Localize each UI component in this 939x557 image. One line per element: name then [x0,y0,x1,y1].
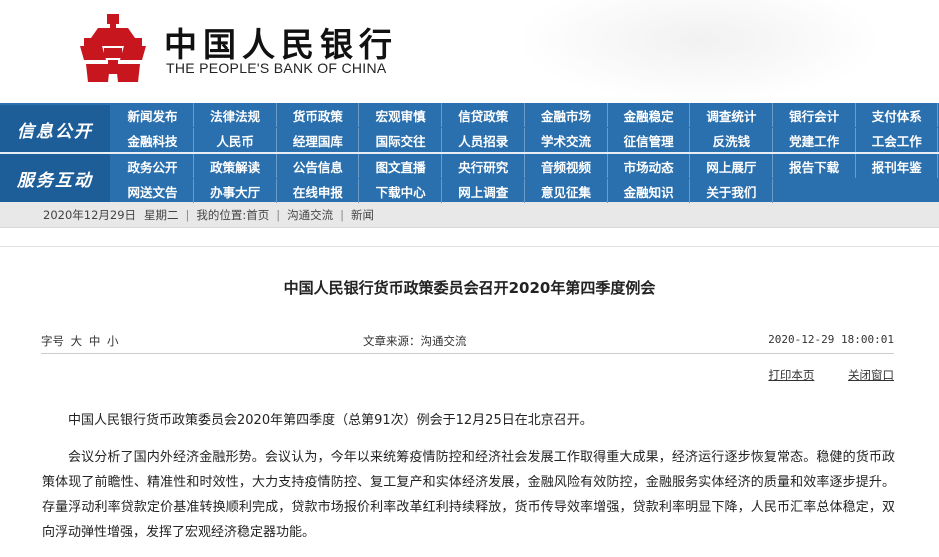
logo-chinese-name[interactable]: 中国人民银行 [164,18,398,66]
breadcrumb-home-link[interactable]: 首页 [246,207,269,223]
nav-item[interactable]: 金融市场 [526,103,608,127]
nav-item[interactable]: 信贷政策 [443,103,525,127]
nav-item[interactable]: 银行会计 [774,103,856,127]
article-actions: 打印本页 关闭窗口 [738,367,894,383]
nav-item[interactable]: 工会工作 [856,128,939,152]
breadcrumb-communication-link[interactable]: 沟通交流 [287,207,333,223]
current-weekday: 星期二 [144,207,179,222]
nav-item[interactable]: 经理国库 [277,128,360,152]
nav-item[interactable]: 党建工作 [774,128,856,152]
nav-item[interactable]: 意见征集 [526,179,608,203]
nav-item[interactable]: 人员招录 [443,128,525,152]
breadcrumb-separator: | [185,207,190,222]
nav-item[interactable]: 货币政策 [277,103,360,127]
pboc-emblem-icon[interactable] [80,14,146,82]
nav-section-info-disclosure: 信息公开 [0,105,110,153]
nav-item[interactable]: 图文直播 [360,154,443,178]
nav-item[interactable]: 法律法规 [195,103,277,127]
nav-item[interactable]: 调查统计 [691,103,773,127]
nav-item[interactable]: 央行研究 [443,154,525,178]
breadcrumb: 2020年12月29日 星期二 | 我的位置: 首页 | 沟通交流 | 新闻 [0,202,939,228]
nav-item[interactable]: 关于我们 [691,179,773,203]
nav-section-service-interaction: 服务互动 [0,154,110,202]
nav-item[interactable]: 人民币 [195,128,277,152]
font-size-label: 字号 [41,334,64,348]
nav-item[interactable]: 音频视频 [526,154,608,178]
main-navigation: 信息公开 服务互动 新闻发布 法律法规 货币政策 宏观审慎 信贷政策 金融市场 金融稳定 调查… [0,103,939,203]
print-page-link[interactable]: 打印本页 [768,368,814,382]
nav-item[interactable]: 金融知识 [608,179,691,203]
article-paragraph-2: 会议分析了国内外经济金融形势。会议认为，今年以来统筹疫情防控和经济社会发展工作取… [42,450,895,540]
article-meta-bar: 字号 大 中 小 文章来源：沟通交流 2020-12-29 18:00:01 [41,327,894,354]
nav-item[interactable]: 下载中心 [360,179,443,203]
nav-item[interactable]: 网送文告 [112,179,194,203]
nav-item[interactable]: 报告下载 [774,154,856,178]
article-title: 中国人民银行货币政策委员会召开2020年第四季度例会 [283,279,656,297]
nav-item[interactable]: 市场动态 [608,154,691,178]
nav-item[interactable]: 网上调查 [443,179,525,203]
breadcrumb-separator: | [340,207,345,222]
nav-item[interactable]: 报刊年鉴 [856,154,939,178]
nav-item[interactable]: 金融稳定 [608,103,691,127]
nav-item[interactable]: 新闻发布 [112,103,194,127]
nav-item[interactable]: 反洗钱 [691,128,773,152]
nav-item[interactable]: 办事大厅 [195,179,277,203]
location-label: 我的位置: [196,207,247,222]
breadcrumb-news-link[interactable]: 新闻 [351,207,374,223]
article-source: 文章来源：沟通交流 [363,334,467,348]
font-size-small-button[interactable]: 小 [107,334,119,348]
current-date: 2020年12月29日 [43,207,137,222]
nav-item[interactable]: 金融科技 [112,128,194,152]
nav-item[interactable]: 宏观审慎 [360,103,443,127]
nav-item[interactable]: 学术交流 [526,128,608,152]
article-body: 中国人民银行货币政策委员会2020年第四季度（总第91次）例会于12月25日在北… [42,408,895,557]
font-size-controls: 字号 大 中 小 [41,333,121,349]
site-header: 中国人民银行 THE PEOPLE'S BANK OF CHINA [0,0,939,103]
nav-item[interactable]: 公告信息 [277,154,360,178]
content-top-rule [0,228,939,247]
article-timestamp: 2020-12-29 18:00:01 [768,333,894,346]
nav-item[interactable]: 政策解读 [195,154,277,178]
breadcrumb-separator: | [276,207,281,222]
nav-item[interactable]: 政务公开 [112,154,194,178]
nav-grid: 新闻发布 法律法规 货币政策 宏观审慎 信贷政策 金融市场 金融稳定 调查统计 银行会计 支付体系… [112,103,939,203]
font-size-medium-button[interactable]: 中 [89,334,101,348]
nav-item[interactable]: 网上展厅 [691,154,773,178]
article-paragraph-1: 中国人民银行货币政策委员会2020年第四季度（总第91次）例会于12月25日在北… [68,413,593,428]
nav-item[interactable]: 支付体系 [856,103,939,127]
nav-item[interactable]: 国际交往 [360,128,443,152]
nav-item[interactable]: 征信管理 [608,128,691,152]
logo-english-name[interactable]: THE PEOPLE'S BANK OF CHINA [166,60,387,76]
close-window-link[interactable]: 关闭窗口 [848,368,894,382]
nav-item[interactable]: 在线申报 [277,179,360,203]
font-size-large-button[interactable]: 大 [71,334,83,348]
